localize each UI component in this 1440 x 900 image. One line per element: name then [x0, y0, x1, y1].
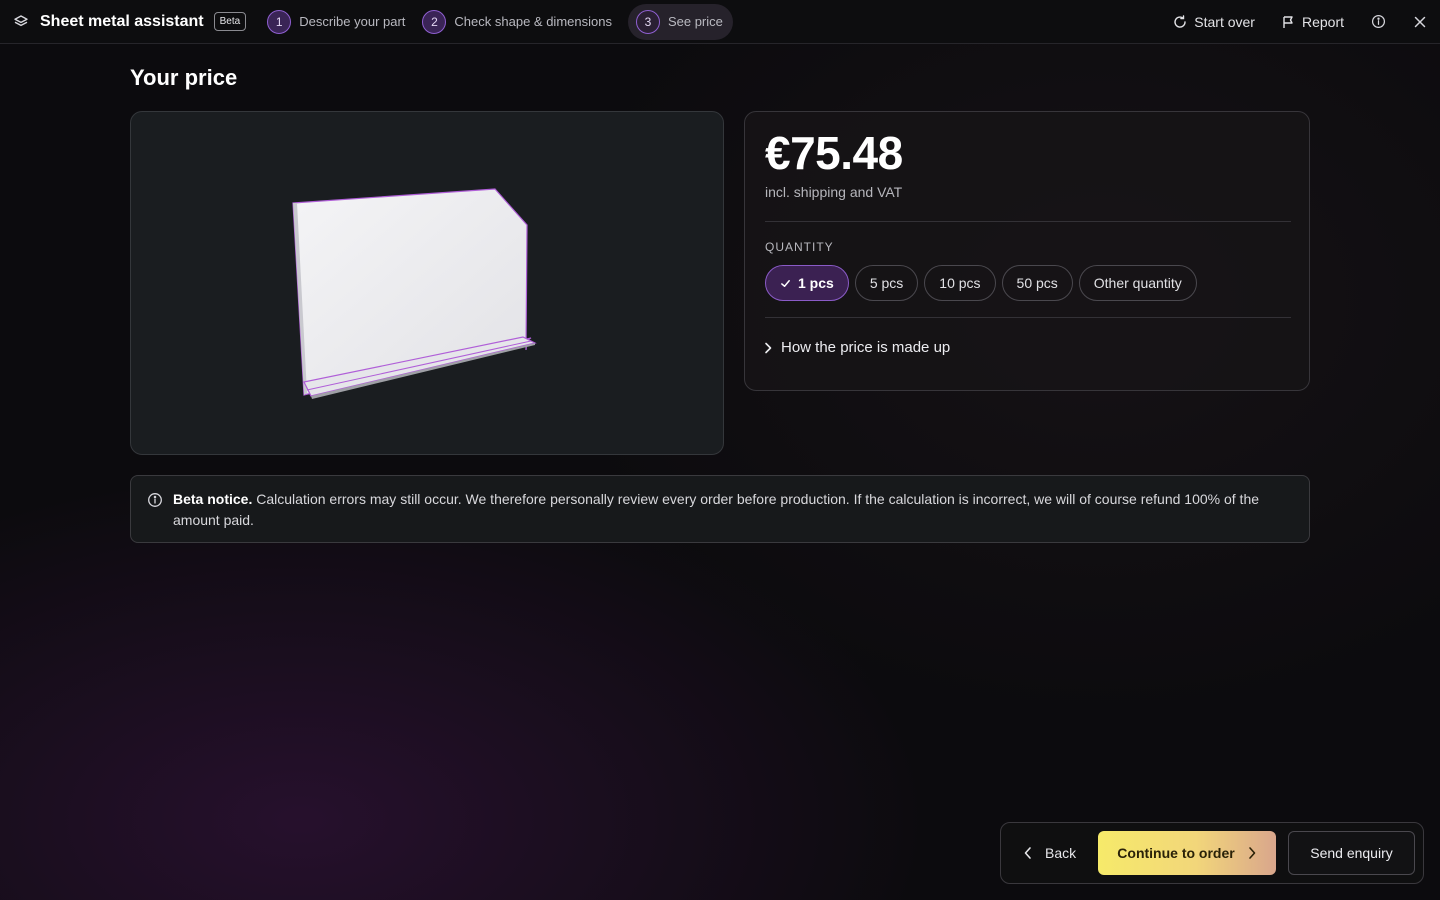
send-enquiry-button[interactable]: Send enquiry — [1288, 831, 1415, 875]
flag-icon — [1283, 15, 1293, 28]
app-title: Sheet metal assistant — [40, 12, 204, 30]
quantity-option-1[interactable]: 1 pcs — [765, 265, 849, 301]
step-describe[interactable]: 1 Describe your part — [266, 4, 415, 40]
quantity-option-10[interactable]: 10 pcs — [924, 265, 996, 301]
start-over-button[interactable]: Start over — [1173, 14, 1255, 30]
quantity-options: 1 pcs 5 pcs 10 pcs 50 pcs Other quantity — [765, 265, 1203, 301]
check-icon — [781, 279, 790, 287]
continue-to-order-button[interactable]: Continue to order — [1098, 831, 1276, 875]
close-icon[interactable] — [1412, 14, 1428, 30]
brand: Sheet metal assistant Beta — [12, 12, 247, 31]
price-value: €75.48 — [765, 127, 903, 179]
part-preview[interactable] — [130, 111, 724, 455]
quantity-option-5[interactable]: 5 pcs — [854, 265, 919, 301]
step-number: 3 — [635, 9, 660, 34]
send-enquiry-label: Send enquiry — [1310, 845, 1393, 861]
step-check-shape[interactable]: 2 Check shape & dimensions — [421, 4, 622, 40]
price-note: incl. shipping and VAT — [765, 184, 903, 200]
quantity-option-label: 10 pcs — [939, 275, 981, 291]
quantity-option-label: Other quantity — [1093, 275, 1182, 291]
layers-icon — [12, 13, 30, 31]
quantity-option-label: 5 pcs — [869, 275, 904, 291]
beta-badge: Beta — [213, 12, 247, 31]
quantity-option-label: 1 pcs — [798, 275, 834, 291]
refresh-icon — [1174, 14, 1186, 28]
step-number: 1 — [267, 9, 292, 34]
step-label: Describe your part — [299, 14, 406, 29]
start-over-label: Start over — [1194, 13, 1255, 30]
report-button[interactable]: Report — [1281, 14, 1344, 30]
stepper: 1 Describe your part 2 Check shape & dim… — [266, 3, 739, 40]
step-label: See price — [667, 14, 723, 29]
continue-label: Continue to order — [1117, 845, 1235, 861]
notice-title: Beta notice. — [173, 491, 253, 507]
chevron-right-icon — [1248, 847, 1256, 859]
page-title: Your price — [130, 65, 238, 90]
report-label: Report — [1301, 13, 1344, 30]
back-label: Back — [1045, 845, 1077, 861]
notice-body: Calculation errors may still occur. We t… — [173, 491, 1260, 528]
step-label: Check shape & dimensions — [454, 14, 612, 29]
top-actions: Start over Report — [1147, 14, 1428, 30]
price-card: €75.48 incl. shipping and VAT QUANTITY 1… — [744, 111, 1310, 391]
top-bar: Sheet metal assistant Beta 1 Describe yo… — [0, 0, 1440, 44]
price-breakdown-toggle[interactable]: How the price is made up — [763, 339, 950, 356]
action-bar: Back Continue to order Send enquiry — [1000, 822, 1424, 884]
info-icon — [148, 493, 162, 507]
chevron-left-icon — [1024, 847, 1031, 859]
back-button[interactable]: Back — [1011, 831, 1088, 875]
price-breakdown-label: How the price is made up — [781, 339, 951, 356]
divider — [765, 317, 1291, 318]
info-icon[interactable] — [1370, 14, 1386, 30]
step-see-price[interactable]: 3 See price — [627, 3, 733, 40]
step-number: 2 — [422, 9, 447, 34]
part-3d-model — [292, 188, 537, 399]
quantity-option-label: 50 pcs — [1016, 275, 1058, 291]
quantity-option-other[interactable]: Other quantity — [1078, 265, 1197, 301]
notice-text: Beta notice. Calculation errors may stil… — [173, 489, 1283, 531]
divider — [765, 221, 1291, 222]
quantity-label: QUANTITY — [765, 240, 834, 254]
beta-notice: Beta notice. Calculation errors may stil… — [130, 475, 1310, 543]
chevron-right-icon — [765, 342, 772, 353]
quantity-option-50[interactable]: 50 pcs — [1001, 265, 1073, 301]
